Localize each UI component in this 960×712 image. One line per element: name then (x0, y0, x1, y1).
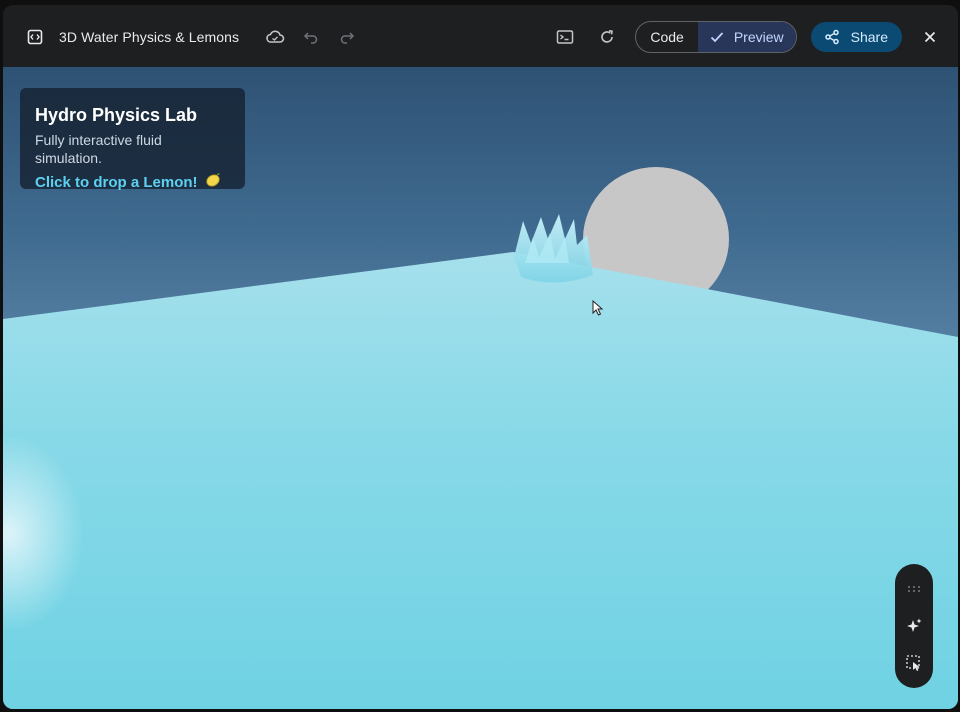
preview-tab-label: Preview (733, 29, 784, 45)
mouse-cursor-icon (592, 299, 604, 321)
top-bar-right: Code Preview Share (551, 20, 944, 54)
history-controls (261, 23, 361, 51)
share-icon (823, 28, 841, 46)
app-window: 3D Water Physics & Lemons Code Preview S… (3, 5, 958, 709)
lemon-icon (204, 172, 222, 194)
refresh-icon[interactable] (593, 23, 621, 51)
top-bar: 3D Water Physics & Lemons Code Preview S… (3, 5, 958, 67)
view-toggle: Code Preview (635, 21, 797, 53)
cloud-icon[interactable] (261, 23, 289, 51)
code-bracket-icon (21, 23, 49, 51)
share-button[interactable]: Share (810, 22, 902, 52)
water-glow (3, 319, 303, 709)
preview-canvas[interactable]: Hydro Physics Lab Fully interactive flui… (3, 67, 958, 709)
water-splash (514, 214, 593, 283)
close-icon[interactable] (916, 23, 944, 51)
terminal-icon[interactable] (551, 23, 579, 51)
floating-toolbar (895, 564, 933, 688)
info-cta-text: Click to drop a Lemon! (35, 174, 198, 191)
share-button-label: Share (850, 29, 888, 45)
code-tab-label: Code (650, 29, 684, 45)
check-icon (708, 28, 726, 46)
undo-icon[interactable] (297, 23, 325, 51)
info-title: Hydro Physics Lab (35, 105, 198, 125)
select-element-icon[interactable] (900, 649, 928, 677)
info-subtitle: Fully interactive fluid simulation. (35, 132, 162, 166)
top-bar-left: 3D Water Physics & Lemons (21, 23, 361, 51)
sparkle-icon[interactable] (900, 612, 928, 640)
app-title: 3D Water Physics & Lemons (59, 29, 240, 45)
preview-tab[interactable]: Preview (697, 22, 796, 52)
drag-handle-icon[interactable] (900, 575, 928, 603)
code-tab[interactable]: Code (636, 22, 697, 52)
info-cta: Click to drop a Lemon! (35, 172, 230, 194)
info-panel: Hydro Physics Lab Fully interactive flui… (20, 88, 245, 191)
redo-icon[interactable] (333, 23, 361, 51)
